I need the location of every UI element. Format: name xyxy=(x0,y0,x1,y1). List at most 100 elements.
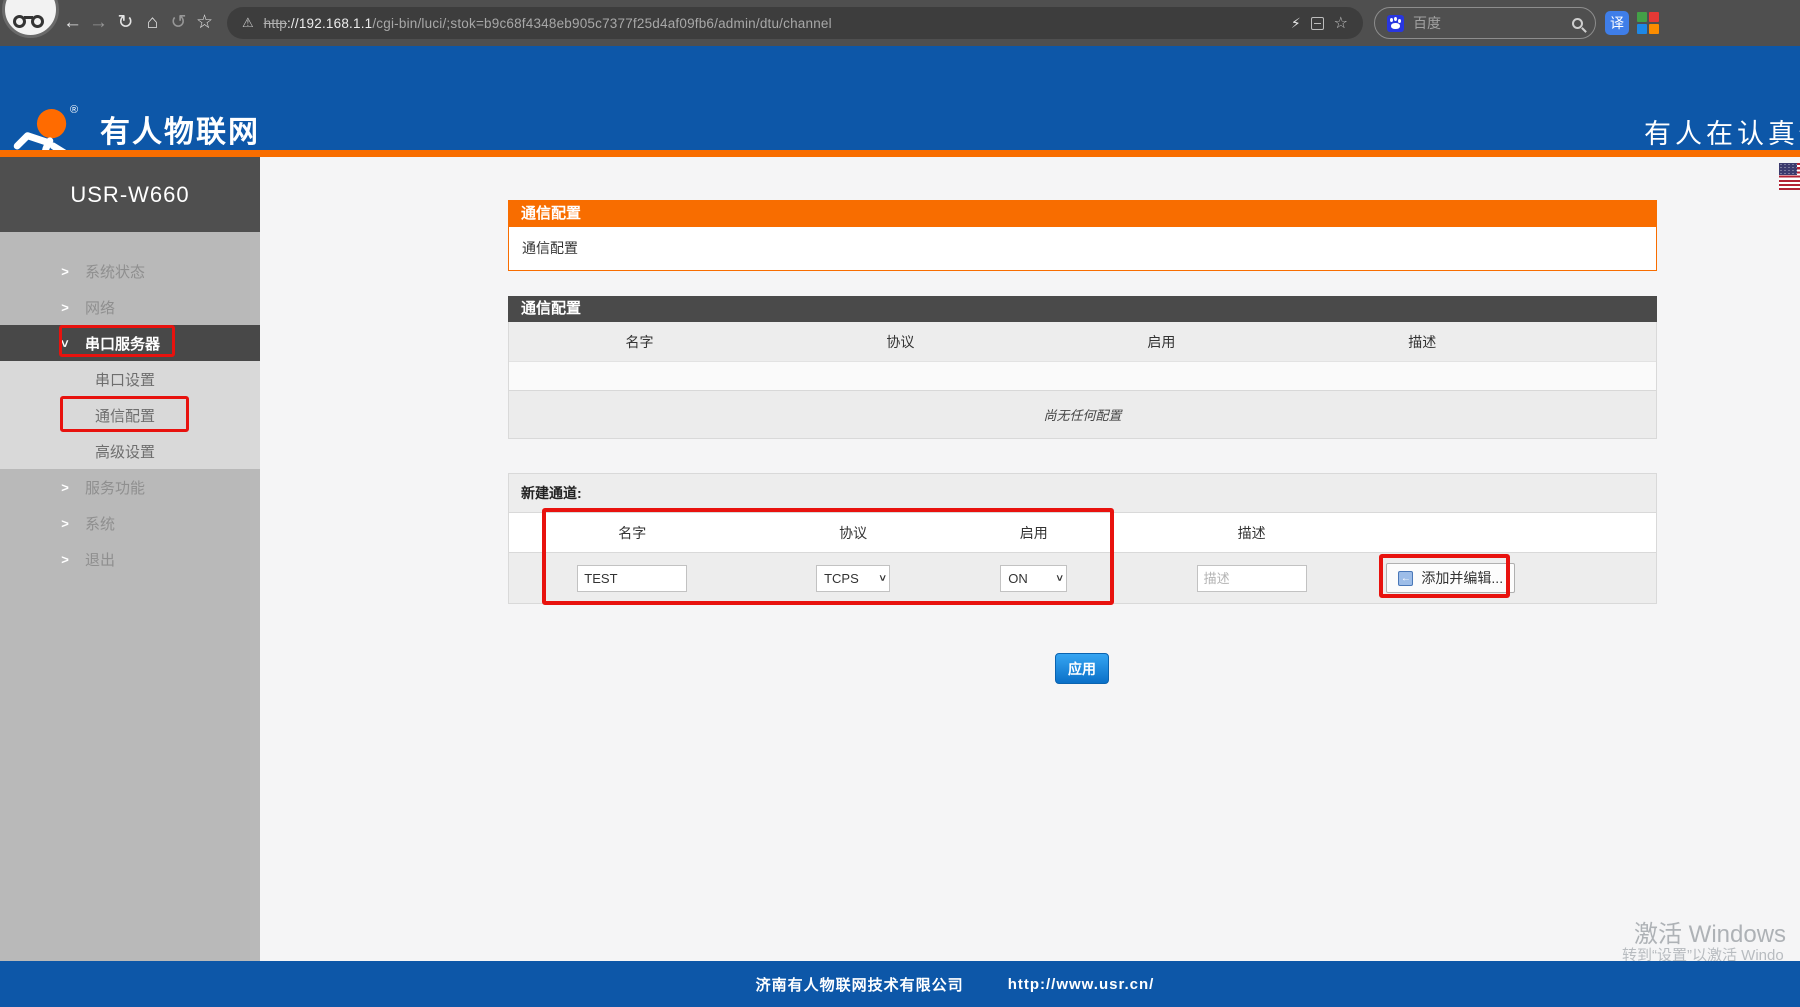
bookmark-star-icon[interactable]: ☆ xyxy=(191,0,218,46)
translate-icon[interactable]: 译 xyxy=(1605,11,1629,35)
protocol-select[interactable]: TCPS xyxy=(816,564,891,592)
sidebar-item-label: 服务功能 xyxy=(85,479,146,497)
sidebar-item-system[interactable]: 系统 xyxy=(0,505,260,541)
footer-website-link[interactable]: http://www.usr.cn/ xyxy=(1008,976,1155,993)
column-header-description: 描述 xyxy=(1408,333,1437,350)
baidu-icon xyxy=(1387,14,1404,32)
sidebar-menu: 系统状态 网络 串口服务器 串口设置 通信配置 高级设置 xyxy=(0,232,260,577)
browser-toolbar: ← → ↻ ⌂ ↺ ☆ ⚠ http://192.168.1.1/cgi-bin… xyxy=(0,0,1800,46)
sidebar-item-comm-config[interactable]: 通信配置 xyxy=(0,397,260,433)
search-icon[interactable] xyxy=(1572,17,1583,29)
sidebar: USR-W660 系统状态 网络 串口服务器 串口设置 通信配置 xyxy=(0,157,260,961)
brand-slogan: 有人在认真做 xyxy=(1644,119,1800,149)
us-flag-language-icon[interactable] xyxy=(1779,163,1800,190)
sidebar-item-serial-server[interactable]: 串口服务器 xyxy=(0,325,260,361)
sidebar-item-serial-settings[interactable]: 串口设置 xyxy=(0,361,260,397)
sidebar-item-label: 通信配置 xyxy=(95,407,156,425)
column-header-protocol: 协议 xyxy=(886,333,915,350)
forward-icon[interactable]: → xyxy=(85,0,112,46)
grid-square xyxy=(1649,24,1659,34)
sidebar-item-label: 网络 xyxy=(85,299,116,317)
brand-header: ® 有人物联网 工业物联网通信专家 有人在认真做 xyxy=(0,46,1800,190)
footer: 济南有人物联网技术有限公司 http://www.usr.cn/ xyxy=(0,961,1800,1007)
grid-square xyxy=(1637,24,1647,34)
enable-selected-value: ON xyxy=(1008,570,1028,586)
add-button-label: 添加并编辑... xyxy=(1421,570,1504,586)
chevron-right-icon xyxy=(58,264,72,279)
bookmark-page-icon[interactable]: ☆ xyxy=(1334,13,1348,33)
sidebar-item-label: 串口设置 xyxy=(95,371,156,389)
name-cell xyxy=(509,564,756,592)
column-header-protocol: 协议 xyxy=(839,524,868,541)
sidebar-item-label: 系统状态 xyxy=(85,263,146,281)
add-icon xyxy=(1398,570,1414,586)
sidebar-item-service-functions[interactable]: 服务功能 xyxy=(0,469,260,505)
page-title-bar: 通信配置 xyxy=(508,200,1657,227)
device-model-title: USR-W660 xyxy=(0,157,260,232)
sidebar-item-label: 退出 xyxy=(85,551,116,569)
apps-grid-icon[interactable] xyxy=(1637,12,1659,34)
sidebar-item-network[interactable]: 网络 xyxy=(0,289,260,325)
select-arrow-icon xyxy=(1053,575,1065,581)
url-scheme: http xyxy=(263,15,287,31)
grid-square xyxy=(1649,12,1659,22)
table-header-row: 名字 协议 启用 描述 xyxy=(509,322,1656,361)
url-path: /cgi-bin/luci/;stok=b9c68f4348eb905c7377… xyxy=(372,15,832,31)
column-header-name: 名字 xyxy=(618,524,647,541)
sidebar-item-label: 高级设置 xyxy=(95,443,156,461)
registered-trademark: ® xyxy=(70,104,79,116)
chevron-right-icon xyxy=(58,300,72,315)
column-header-enable: 启用 xyxy=(1147,333,1176,350)
chevron-down-icon xyxy=(58,336,73,350)
select-arrow-icon xyxy=(876,575,888,581)
lightning-extension-icon[interactable]: ⚡ xyxy=(1291,15,1301,32)
new-channel-panel: 新建通道: 名字 协议 启用 描述 TCPS ON 添 xyxy=(508,473,1657,604)
description-cell xyxy=(1117,564,1387,592)
chevron-right-icon xyxy=(58,552,72,567)
column-header-enable: 启用 xyxy=(1019,524,1048,541)
new-channel-input-row: TCPS ON 添加并编辑... xyxy=(509,552,1656,603)
sidebar-item-advanced-settings[interactable]: 高级设置 xyxy=(0,433,260,469)
apply-button[interactable]: 应用 xyxy=(1055,653,1109,684)
sidebar-item-logout[interactable]: 退出 xyxy=(0,541,260,577)
sidebar-item-label: 串口服务器 xyxy=(85,335,161,353)
sidebar-item-system-status[interactable]: 系统状态 xyxy=(0,253,260,289)
sidebar-submenu: 串口设置 通信配置 高级设置 xyxy=(0,361,260,469)
url-text: http://192.168.1.1/cgi-bin/luci/;stok=b9… xyxy=(264,16,832,31)
reload-icon[interactable]: ↻ xyxy=(112,0,139,46)
url-bar[interactable]: ⚠ http://192.168.1.1/cgi-bin/luci/;stok=… xyxy=(227,7,1363,39)
channel-table: 名字 协议 启用 描述 尚无任何配置 xyxy=(508,322,1657,439)
actions-cell: 添加并编辑... xyxy=(1386,563,1656,593)
table-empty-row xyxy=(509,361,1656,390)
protocol-selected-value: TCPS xyxy=(824,570,859,586)
search-box[interactable]: 百度 xyxy=(1374,7,1596,39)
profile-avatar[interactable] xyxy=(2,0,59,38)
chevron-right-icon xyxy=(58,516,72,531)
back-icon[interactable]: ← xyxy=(59,0,86,46)
footer-content: 济南有人物联网技术有限公司 http://www.usr.cn/ xyxy=(110,961,1800,1007)
column-header-description: 描述 xyxy=(1237,524,1266,541)
new-channel-label: 新建通道: xyxy=(509,474,1656,513)
enable-cell: ON xyxy=(951,564,1117,592)
history-icon[interactable]: ↺ xyxy=(165,0,192,46)
screenshot-extension-icon[interactable] xyxy=(1310,16,1324,30)
grid-square xyxy=(1637,12,1647,22)
brand-name: 有人物联网 xyxy=(100,116,260,149)
protocol-cell: TCPS xyxy=(756,564,951,592)
add-and-edit-button[interactable]: 添加并编辑... xyxy=(1386,563,1516,593)
channel-name-input[interactable] xyxy=(577,564,688,592)
url-host: ://192.168.1.1 xyxy=(286,15,373,31)
footer-company: 济南有人物联网技术有限公司 xyxy=(755,976,964,994)
table-title-bar: 通信配置 xyxy=(508,296,1657,322)
description-input[interactable] xyxy=(1196,564,1307,592)
chevron-right-icon xyxy=(58,480,72,495)
page-title-body: 通信配置 xyxy=(508,227,1657,271)
glasses-bridge xyxy=(24,16,33,19)
accent-divider xyxy=(0,150,1800,157)
enable-select[interactable]: ON xyxy=(1000,564,1068,592)
column-header-name: 名字 xyxy=(625,333,654,350)
no-config-message: 尚无任何配置 xyxy=(509,390,1656,438)
home-icon[interactable]: ⌂ xyxy=(139,0,166,46)
not-secure-warning-icon[interactable]: ⚠ xyxy=(242,15,254,31)
new-channel-header-row: 名字 协议 启用 描述 xyxy=(509,513,1656,552)
